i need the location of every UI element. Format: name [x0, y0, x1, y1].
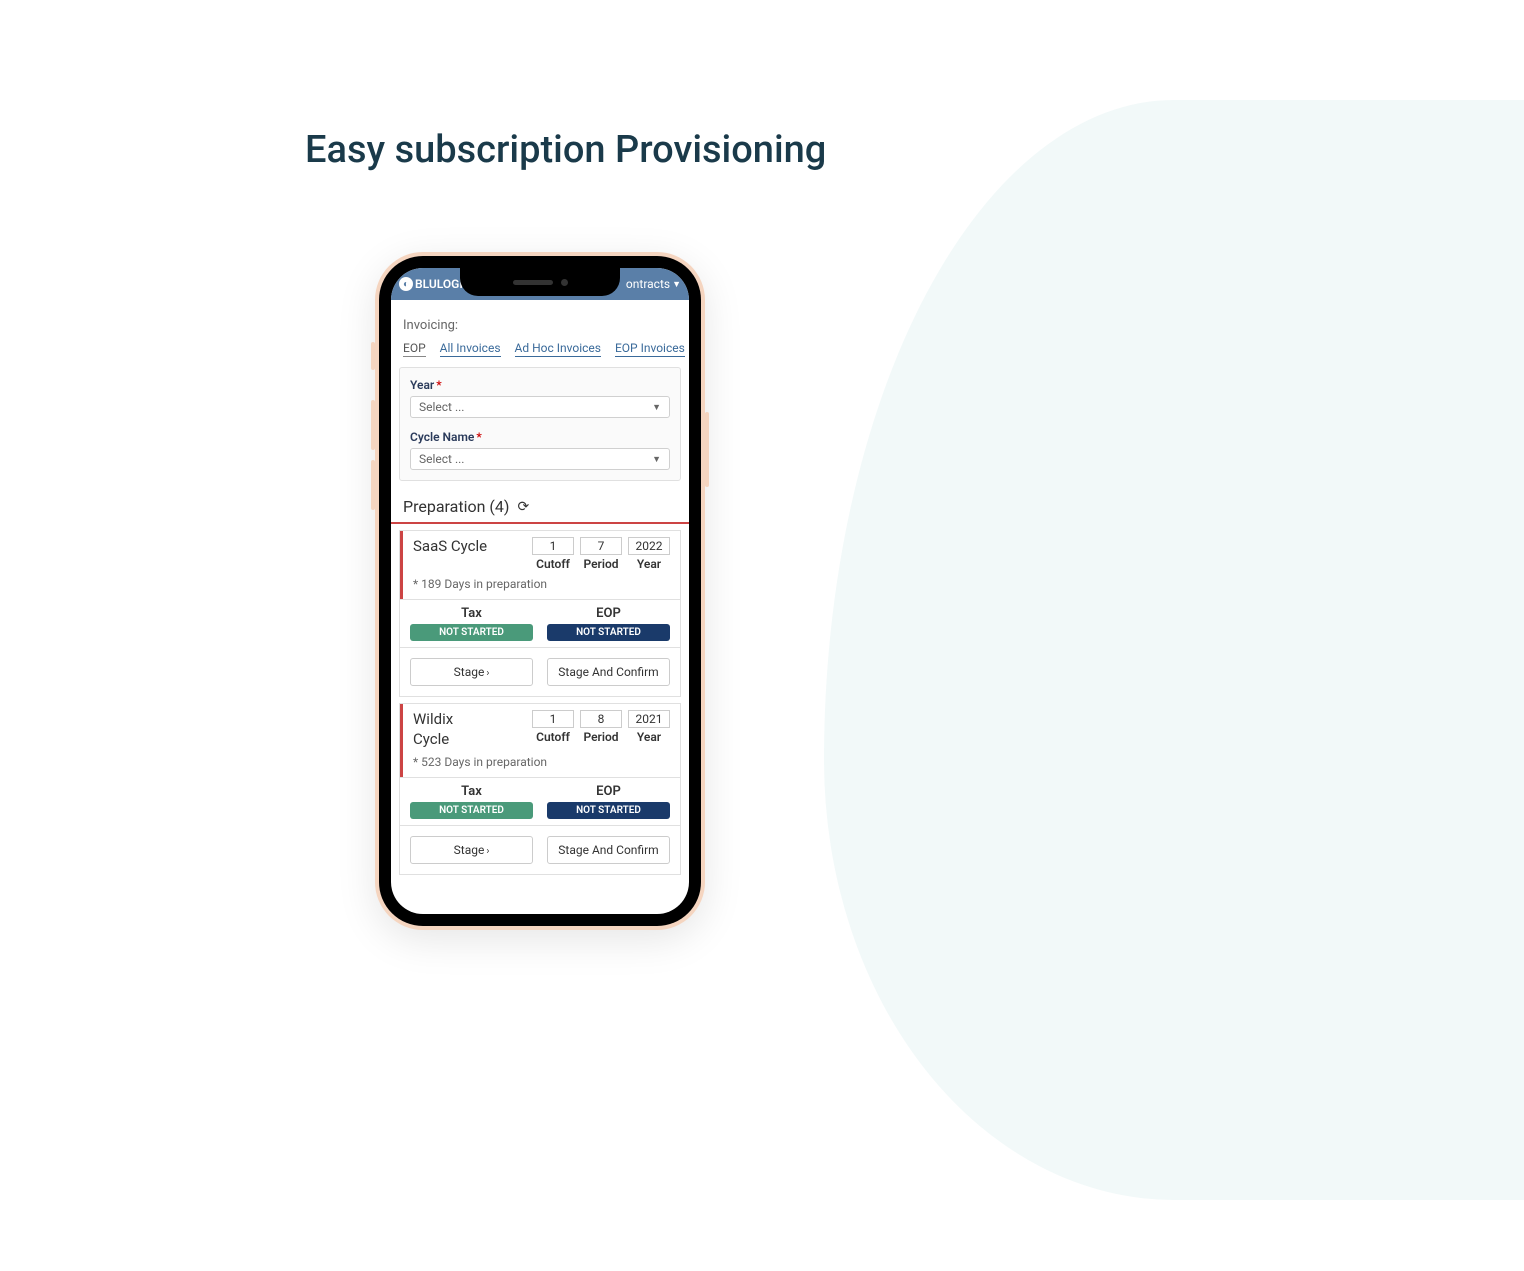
cycle-actions-row: Stage› Stage And Confirm: [400, 647, 680, 696]
cycle-status-row: Tax NOT STARTED EOP NOT STARTED: [400, 777, 680, 825]
phone-volume-up: [371, 400, 375, 450]
preparation-header: Preparation (4) ⟳: [391, 491, 689, 524]
cycle-row: Wildix Cycle 1 Cutoff 8 Period: [413, 710, 670, 749]
cutoff-value: 1: [532, 710, 574, 728]
cycle-name: SaaS Cycle: [413, 537, 487, 557]
period-stat: 8 Period: [580, 710, 622, 744]
tax-status-col: Tax NOT STARTED: [410, 606, 533, 641]
stage-button-label: Stage: [454, 665, 485, 679]
year-select[interactable]: Select ... ▼: [410, 396, 670, 418]
stage-and-confirm-button[interactable]: Stage And Confirm: [547, 836, 670, 864]
tax-status-badge: NOT STARTED: [410, 802, 533, 819]
year-label: Year: [628, 557, 670, 571]
speaker-icon: [513, 280, 553, 285]
cycle-stats: 1 Cutoff 8 Period 2021 Year: [532, 710, 670, 744]
cycle-card-top: SaaS Cycle 1 Cutoff 7 Period: [400, 531, 680, 599]
cycle-card: Wildix Cycle 1 Cutoff 8 Period: [399, 703, 681, 875]
invoicing-label: Invoicing:: [391, 300, 689, 341]
phone-mute-switch: [371, 342, 375, 370]
page-title: Easy subscription Provisioning: [305, 128, 826, 172]
header-menu-label: ontracts: [626, 277, 670, 291]
period-stat: 7 Period: [580, 537, 622, 571]
tab-eop[interactable]: EOP: [403, 341, 426, 357]
year-label-text: Year: [410, 378, 434, 392]
tab-ad-hoc-invoices[interactable]: Ad Hoc Invoices: [515, 341, 601, 357]
chevron-right-icon: ›: [486, 668, 489, 679]
phone-frame: ◐ BLULOGI ontracts ▼ Invoicing: EOP All …: [375, 252, 705, 930]
cutoff-stat: 1 Cutoff: [532, 710, 574, 744]
period-label: Period: [580, 557, 622, 571]
tabs-row: EOP All Invoices Ad Hoc Invoices EOP Inv…: [391, 341, 689, 363]
cycle-name: Wildix Cycle: [413, 710, 493, 749]
eop-status-col: EOP NOT STARTED: [547, 606, 670, 641]
cycle-card: SaaS Cycle 1 Cutoff 7 Period: [399, 530, 681, 697]
chevron-down-icon: ▼: [672, 279, 681, 290]
preparation-title: Preparation (4): [403, 497, 509, 516]
cutoff-label: Cutoff: [532, 557, 574, 571]
tab-eop-invoices[interactable]: EOP Invoices: [615, 341, 685, 357]
app-content: Invoicing: EOP All Invoices Ad Hoc Invoi…: [391, 300, 689, 914]
year-select-value: Select ...: [419, 400, 464, 414]
year-value: 2021: [628, 710, 670, 728]
logo-icon: ◐: [399, 277, 413, 291]
cycle-card-top: Wildix Cycle 1 Cutoff 8 Period: [400, 704, 680, 777]
cycle-days-note: * 189 Days in preparation: [413, 577, 670, 591]
tax-status-badge: NOT STARTED: [410, 624, 533, 641]
cycle-name-select-value: Select ...: [419, 452, 464, 466]
year-value: 2022: [628, 537, 670, 555]
cycle-name-label-text: Cycle Name: [410, 430, 474, 444]
chevron-right-icon: ›: [486, 846, 489, 857]
phone-notch: [460, 268, 620, 296]
eop-label: EOP: [547, 606, 670, 621]
eop-status-badge: NOT STARTED: [547, 624, 670, 641]
year-label: Year*: [410, 378, 670, 392]
cutoff-label: Cutoff: [532, 730, 574, 744]
cycle-row: SaaS Cycle 1 Cutoff 7 Period: [413, 537, 670, 571]
required-asterisk: *: [476, 430, 481, 444]
period-label: Period: [580, 730, 622, 744]
stage-and-confirm-button[interactable]: Stage And Confirm: [547, 658, 670, 686]
period-value: 7: [580, 537, 622, 555]
phone-screen: ◐ BLULOGI ontracts ▼ Invoicing: EOP All …: [391, 268, 689, 914]
header-contracts-menu[interactable]: ontracts ▼: [626, 277, 681, 291]
camera-icon: [561, 279, 568, 286]
cutoff-stat: 1 Cutoff: [532, 537, 574, 571]
tax-status-col: Tax NOT STARTED: [410, 784, 533, 819]
eop-status-badge: NOT STARTED: [547, 802, 670, 819]
refresh-icon[interactable]: ⟳: [517, 499, 529, 515]
required-asterisk: *: [436, 378, 441, 392]
cycle-name-select[interactable]: Select ... ▼: [410, 448, 670, 470]
eop-status-col: EOP NOT STARTED: [547, 784, 670, 819]
tab-all-invoices[interactable]: All Invoices: [440, 341, 501, 357]
chevron-down-icon: ▼: [652, 402, 661, 413]
cycle-actions-row: Stage› Stage And Confirm: [400, 825, 680, 874]
phone-volume-down: [371, 460, 375, 510]
cycle-name-label: Cycle Name*: [410, 430, 670, 444]
tax-label: Tax: [410, 784, 533, 799]
phone-bezel: ◐ BLULOGI ontracts ▼ Invoicing: EOP All …: [379, 256, 701, 926]
year-stat: 2021 Year: [628, 710, 670, 744]
stage-button[interactable]: Stage›: [410, 836, 533, 864]
app-logo[interactable]: ◐ BLULOGI: [399, 277, 463, 291]
year-label: Year: [628, 730, 670, 744]
tax-label: Tax: [410, 606, 533, 621]
period-value: 8: [580, 710, 622, 728]
eop-label: EOP: [547, 784, 670, 799]
cycle-days-note: * 523 Days in preparation: [413, 755, 670, 769]
stage-button-label: Stage: [454, 843, 485, 857]
cycle-status-row: Tax NOT STARTED EOP NOT STARTED: [400, 599, 680, 647]
phone-power-button: [705, 412, 709, 487]
cycle-stats: 1 Cutoff 7 Period 2022 Year: [532, 537, 670, 571]
background-curve: [824, 100, 1524, 1200]
year-stat: 2022 Year: [628, 537, 670, 571]
logo-text: BLULOGI: [415, 277, 463, 291]
cutoff-value: 1: [532, 537, 574, 555]
stage-button[interactable]: Stage›: [410, 658, 533, 686]
chevron-down-icon: ▼: [652, 454, 661, 465]
filter-form: Year* Select ... ▼ Cycle Name* Select ..…: [399, 367, 681, 481]
